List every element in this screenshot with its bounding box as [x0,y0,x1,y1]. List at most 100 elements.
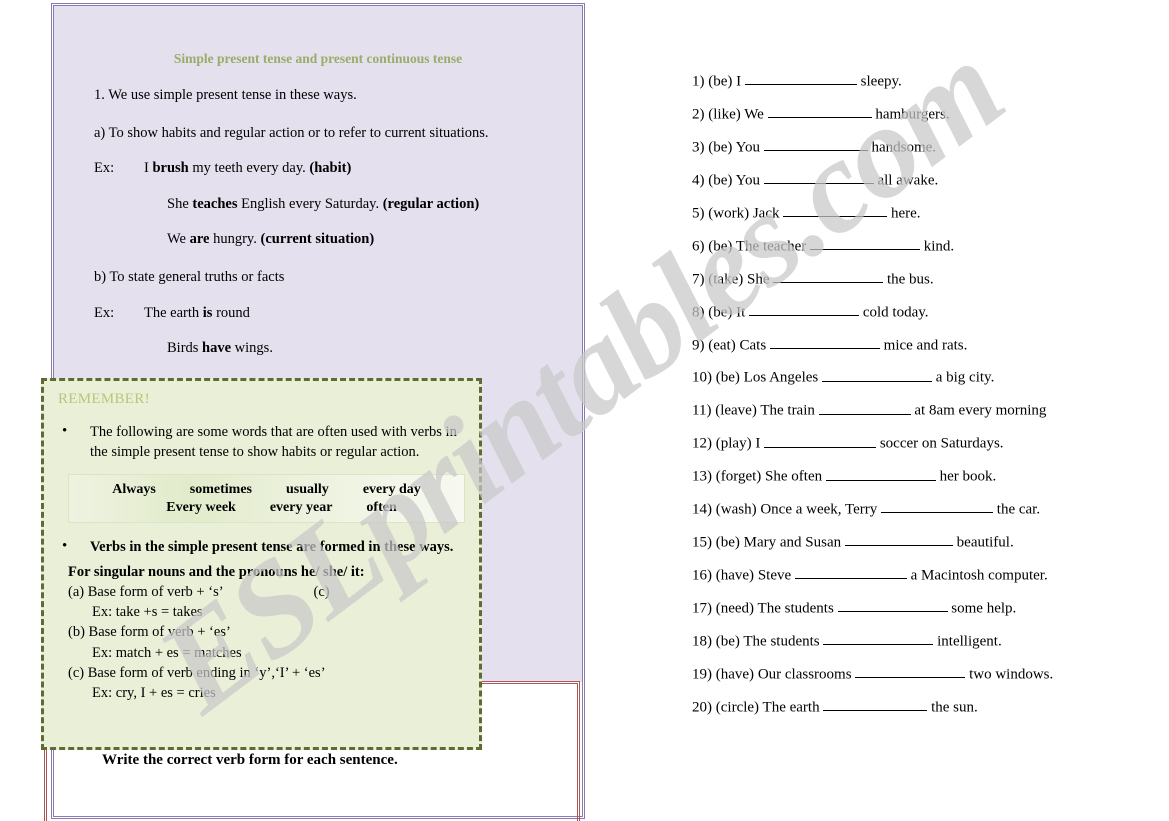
exercise-verb-cue: (need) [715,600,755,617]
exercise-answer-blank[interactable] [769,334,880,349]
exercise-verb-cue: (circle) [715,699,760,716]
exercise-answer-blank[interactable] [844,531,953,547]
exercise-text-after-blank: her book. [939,468,997,485]
lesson-point-a: a) To show habits and regular action or … [94,124,489,141]
exercise-answer-blank[interactable] [818,399,911,415]
exercise-number: 12) [692,435,712,452]
example-label: Ex: [94,160,115,177]
exercise-item: 20) (circle) The earth the sun. [692,696,1142,716]
exercise-answer-blank[interactable] [764,432,877,448]
exercise-answer-blank[interactable] [837,597,948,613]
exercise-answer-blank[interactable] [763,169,874,185]
exercise-text-before-blank: You [735,139,760,156]
example-bold-verb-teaches: teaches [192,195,238,212]
word-bank-cell: Always [112,482,156,497]
exercise-text-before-blank: The teacher [735,237,807,254]
exercise-answer-blank[interactable] [823,696,928,712]
example-text-a3: We are hungry. (current situation) [167,231,375,248]
exercise-answer-blank[interactable] [767,103,872,119]
exercise-answer-blank[interactable] [749,301,860,316]
exercise-verb-cue: (work) [708,205,750,221]
exercise-item: 6) (be) The teacher kind. [692,235,1142,255]
rule-b-example: Ex: match + es = matches [92,644,242,661]
remember-bullet-2-text: Verbs in the simple present tense are fo… [90,539,454,555]
exercise-item: 1) (be) I sleepy. [692,70,1142,90]
exercise-number: 2) [692,106,705,123]
word-bank-cell: often [366,500,397,515]
rule-a-marker: (c) [313,584,330,601]
example-tag-current-situation: (current situation) [260,231,375,248]
exercise-item: 3) (be) You handsome. [692,136,1142,156]
exercise-verb-cue: (be) [708,237,733,254]
exercise-answer-blank[interactable] [744,70,857,86]
exercise-number: 13) [692,468,712,485]
exercise-item: 7) (take) She the bus. [692,268,1142,288]
exercise-text-before-blank: Steve [757,567,792,584]
exercise-text-after-blank: cold today. [862,303,929,320]
exercise-number: 18) [692,633,712,650]
exercise-item: 5) (work) Jack here. [692,202,1142,222]
page-title: Simple present tense and present continu… [173,51,463,66]
exercise-text-before-blank: Los Angeles [743,369,819,386]
example-text-b1: The earth is round [144,304,250,321]
exercise-text-after-blank: beautiful. [956,534,1014,551]
exercise-number: 8) [692,303,705,320]
remember-bullet-1: • The following are some words that are … [54,422,469,462]
rule-heading: For singular nouns and the pronouns he/ … [68,564,365,580]
exercise-number: 19) [692,666,712,683]
exercise-answer-blank[interactable] [855,663,966,679]
exercise-answer-blank[interactable] [810,235,921,250]
exercise-text-before-blank: She [746,270,770,287]
exercise-instruction: Write the correct verb form for each sen… [102,752,398,768]
exercise-text-after-blank: all awake. [877,172,939,189]
exercise-answer-blank[interactable] [821,366,932,382]
exercise-text-after-blank: handsome. [871,139,937,156]
exercise-answer-blank[interactable] [825,465,936,481]
exercise-verb-cue: (forget) [715,468,762,485]
exercise-number: 5) [692,205,705,221]
exercise-number: 20) [692,699,712,716]
exercise-text-before-blank: I [755,435,761,452]
exercise-item: 17) (need) The students some help. [692,597,1142,617]
exercise-text-after-blank: the car. [996,501,1041,518]
example-row-b1: Ex: The earth is round [54,304,582,324]
exercise-verb-cue: (be) [715,369,740,386]
exercise-text-before-blank: Cats [739,336,767,353]
exercise-verb-cue: (be) [715,534,740,551]
exercise-verb-cue: (leave) [715,402,757,419]
exercise-item: 11) (leave) The train at 8am every morni… [692,399,1142,419]
exercise-text-after-blank: sleepy. [860,73,902,90]
exercise-verb-cue: (like) [708,106,741,123]
exercise-text-after-blank: intelligent. [937,633,1002,650]
exercise-answer-blank[interactable] [881,498,994,514]
exercise-verb-cue: (eat) [708,336,736,353]
example-text-a2: She teaches English every Saturday. (reg… [167,195,480,212]
exercise-answer-blank[interactable] [763,136,868,152]
exercise-answer-blank[interactable] [823,630,934,646]
example-text-a1: I brush my teeth every day. (habit) [144,160,352,177]
exercise-verb-cue: (play) [715,435,752,452]
exercise-item: 16) (have) Steve a Macintosh computer. [692,564,1142,584]
exercise-number: 10) [692,369,712,386]
exercise-item: 12) (play) I soccer on Saturdays. [692,432,1142,452]
exercise-text-after-blank: hamburgers. [875,106,950,123]
exercise-verb-cue: (have) [715,567,755,584]
exercise-answer-blank[interactable] [773,268,884,283]
exercise-text-after-blank: two windows. [969,666,1054,683]
exercise-text-before-blank: Jack [752,205,780,221]
rule-a-example: Ex: take +s = takes [92,604,203,621]
exercise-answer-blank[interactable] [794,564,907,580]
exercise-verb-cue: (wash) [715,501,757,518]
exercise-verb-cue: (take) [708,270,744,287]
exercise-item: 15) (be) Mary and Susan beautiful. [692,531,1142,551]
exercise-item: 4) (be) You all awake. [692,169,1142,189]
exercise-verb-cue: (be) [708,139,733,156]
exercise-item: 14) (wash) Once a week, Terry the car. [692,498,1142,518]
exercise-text-after-blank: the sun. [931,699,978,716]
exercise-text-before-blank: The students [743,633,820,650]
exercise-item: 8) (be) It cold today. [692,301,1142,321]
exercise-answer-blank[interactable] [783,202,888,217]
exercise-text-before-blank: She often [765,468,823,485]
rule-c: (c) Base form of verb ending in ‘y’,‘I’ … [68,664,326,681]
exercise-text-before-blank: The students [757,600,834,617]
